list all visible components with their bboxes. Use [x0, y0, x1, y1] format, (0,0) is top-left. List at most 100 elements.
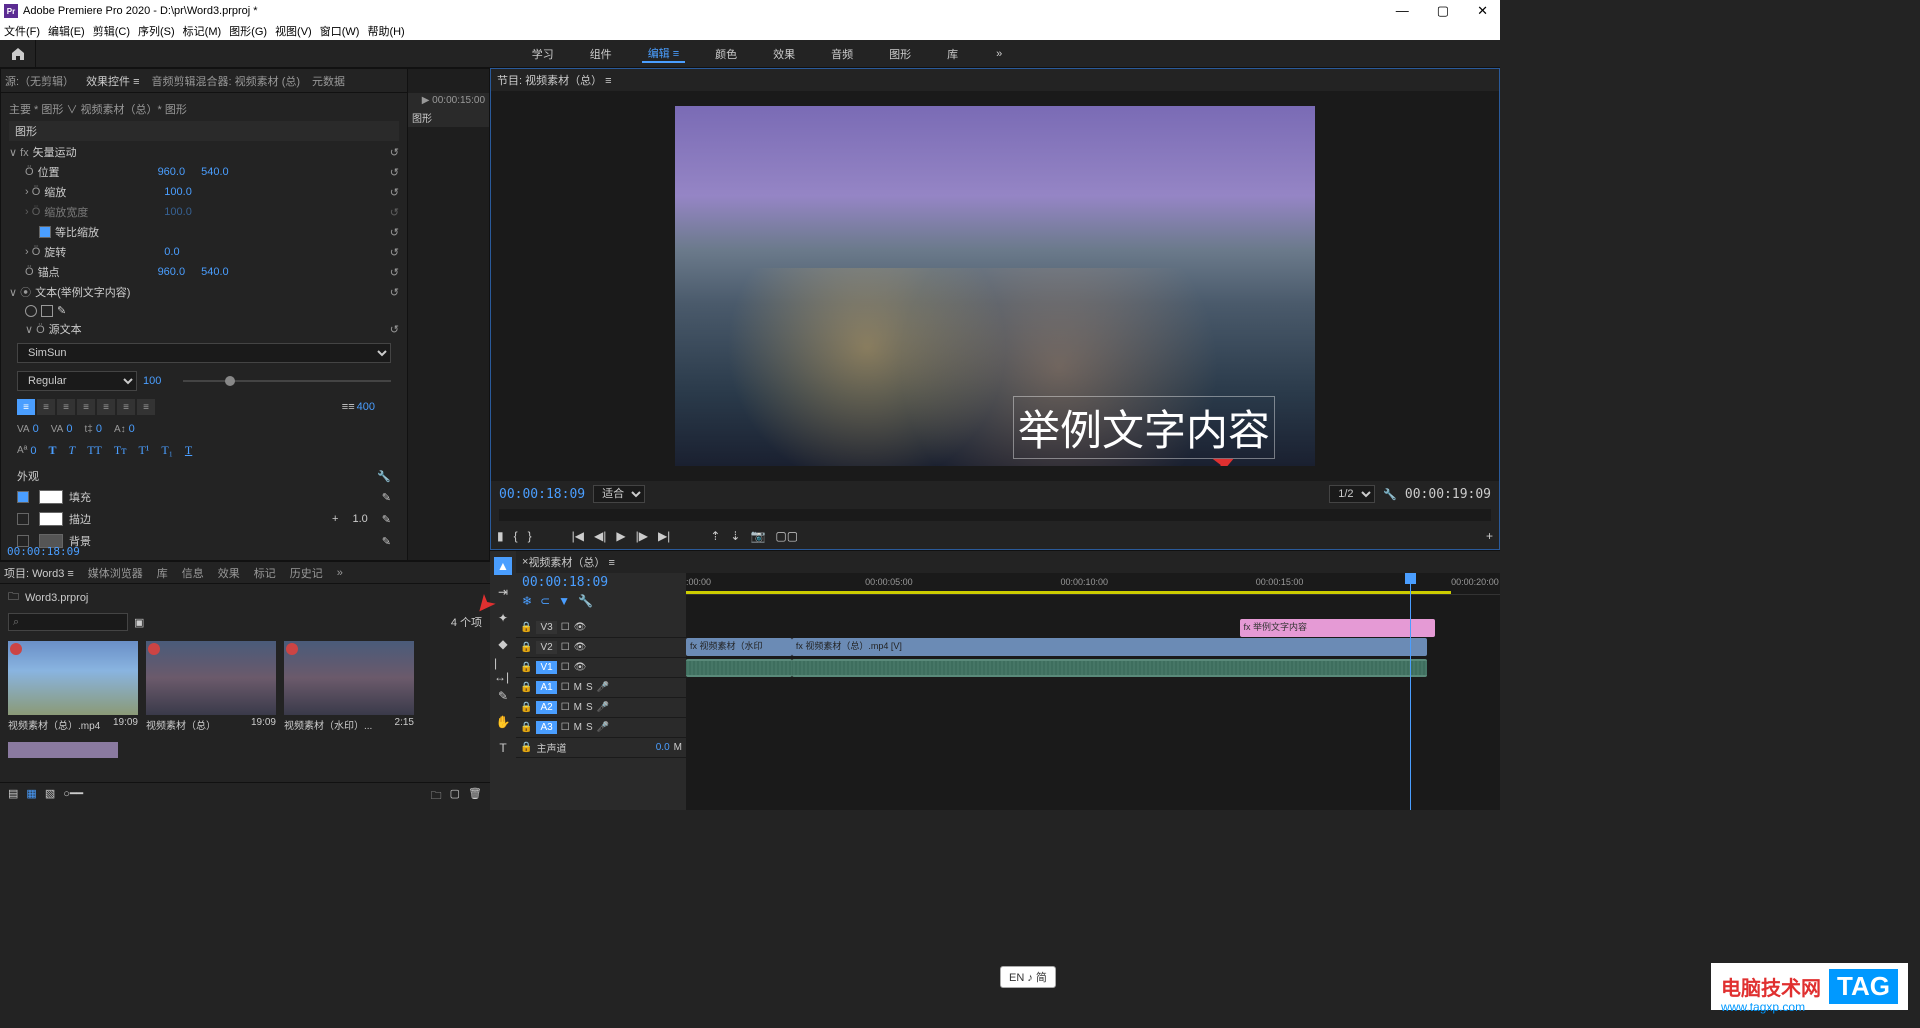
program-timecode[interactable]: 00:00:18:09: [499, 487, 585, 502]
maximize-button[interactable]: ▢: [1429, 3, 1457, 19]
align-justify-last-center[interactable]: ≡: [117, 399, 135, 415]
zoom-slider[interactable]: ○━━: [63, 787, 83, 806]
lift-icon[interactable]: ⇡: [710, 529, 720, 543]
hand-tool[interactable]: ✋: [494, 713, 512, 731]
program-video[interactable]: 举例文字内容 ➤: [491, 91, 1499, 481]
reset-icon[interactable]: ↺: [390, 146, 399, 159]
menu-help[interactable]: 帮助(H): [367, 23, 404, 39]
linked-sel-icon[interactable]: ⊂: [540, 594, 550, 608]
selection-tool[interactable]: ▲: [494, 557, 512, 575]
close-button[interactable]: ✕: [1469, 3, 1496, 19]
align-center[interactable]: ≡: [37, 399, 55, 415]
va1[interactable]: 0: [33, 423, 39, 435]
all-caps[interactable]: TT: [87, 443, 102, 458]
menu-markers[interactable]: 标记(M): [183, 23, 222, 39]
go-to-out-icon[interactable]: ▶|: [658, 529, 670, 543]
uniform-scale-check[interactable]: [39, 226, 51, 238]
text-overlay[interactable]: 举例文字内容: [1013, 396, 1275, 459]
baseline[interactable]: 0: [96, 423, 102, 435]
play-icon[interactable]: ▶: [616, 529, 625, 543]
align-justify[interactable]: ≡: [77, 399, 95, 415]
stroke-check[interactable]: [17, 513, 29, 525]
clip-video1[interactable]: fx 视频素材（水印: [686, 638, 792, 656]
font-size-slider[interactable]: [225, 376, 235, 386]
menu-clip[interactable]: 剪辑(C): [93, 23, 130, 39]
font-size[interactable]: 100: [143, 375, 161, 387]
timeline-timecode[interactable]: 00:00:18:09: [522, 575, 608, 590]
anchor-y[interactable]: 540.0: [201, 266, 229, 278]
new-item-icon[interactable]: ▢: [450, 787, 460, 806]
type-tool[interactable]: T: [494, 739, 512, 757]
text-layer-label[interactable]: 文本(举例文字内容): [35, 284, 155, 300]
stroke-width[interactable]: 1.0: [352, 513, 367, 525]
snap-icon[interactable]: ❄: [522, 594, 532, 608]
align-left[interactable]: ≡: [17, 399, 35, 415]
playhead[interactable]: [1410, 573, 1411, 810]
tracking-val[interactable]: 400: [357, 401, 375, 413]
align-right[interactable]: ≡: [57, 399, 75, 415]
add-stroke-icon[interactable]: +: [332, 513, 338, 525]
project-search[interactable]: [8, 613, 128, 631]
clip-audio2[interactable]: [792, 659, 1427, 677]
menu-view[interactable]: 视图(V): [275, 23, 312, 39]
extract-icon[interactable]: ⇣: [730, 529, 740, 543]
clip-video2[interactable]: fx 视频素材（总）.mp4 [V]: [792, 638, 1427, 656]
position-x[interactable]: 960.0: [158, 166, 186, 178]
freeform-view-icon[interactable]: ▧: [45, 787, 55, 806]
ws-libraries[interactable]: 库: [941, 46, 964, 62]
tab-info[interactable]: 信息: [182, 565, 204, 581]
project-item[interactable]: 视频素材（总）.mp419:09: [8, 641, 138, 734]
ws-effects[interactable]: 效果: [767, 46, 801, 62]
clip-audio1[interactable]: [686, 659, 792, 677]
faux-bold[interactable]: T: [49, 443, 57, 458]
menu-sequence[interactable]: 序列(S): [138, 23, 175, 39]
fill-check[interactable]: [17, 491, 29, 503]
master-track[interactable]: 主声道: [536, 740, 566, 755]
tab-audio-mixer[interactable]: 音频剪辑混合器: 视频素材 (总): [152, 73, 301, 89]
wrench-icon[interactable]: 🔧: [377, 470, 391, 483]
ws-graphics[interactable]: 图形: [883, 46, 917, 62]
program-ruler[interactable]: [499, 509, 1491, 521]
align-justify-last-right[interactable]: ≡: [137, 399, 155, 415]
export-frame-icon[interactable]: 📷: [750, 529, 765, 543]
menu-edit[interactable]: 编辑(E): [48, 23, 85, 39]
mark-out-icon[interactable]: }: [528, 529, 532, 543]
pen-tool[interactable]: ✎: [494, 687, 512, 705]
step-fwd-icon[interactable]: |▶: [636, 529, 648, 543]
position-y[interactable]: 540.0: [201, 166, 229, 178]
tab-overflow[interactable]: »: [337, 567, 343, 579]
new-bin-icon[interactable]: 🗀: [431, 787, 442, 806]
tab-markers[interactable]: 标记: [254, 565, 276, 581]
tab-libraries[interactable]: 库: [157, 565, 168, 581]
tsume[interactable]: 0: [129, 423, 135, 435]
track-a2[interactable]: A2: [536, 701, 556, 714]
faux-italic[interactable]: T: [69, 443, 76, 458]
list-view-icon[interactable]: ▤: [8, 787, 18, 806]
track-v3[interactable]: V3: [536, 621, 556, 634]
clip-graphic[interactable]: fx 举例文字内容: [1240, 619, 1435, 637]
ec-timecode[interactable]: 00:00:18:09: [7, 545, 80, 558]
delete-icon[interactable]: 🗑: [468, 787, 482, 806]
track-a3[interactable]: A3: [536, 721, 556, 734]
subscript[interactable]: T₁: [161, 443, 173, 458]
ws-editing[interactable]: 编辑 ≡: [642, 45, 685, 63]
tab-history[interactable]: 历史记: [290, 565, 323, 581]
icon-view-icon[interactable]: ▦: [26, 787, 36, 806]
font-style-select[interactable]: Regular: [17, 371, 137, 391]
project-item[interactable]: 视频素材（水印）...2:15: [284, 641, 414, 734]
home-button[interactable]: [0, 40, 36, 67]
tab-effect-controls[interactable]: 效果控件 ≡: [86, 73, 139, 89]
tab-effects[interactable]: 效果: [218, 565, 240, 581]
rotation-val[interactable]: 0.0: [164, 246, 179, 258]
add-button-icon[interactable]: +: [1486, 529, 1493, 543]
zoom-select[interactable]: 1/2: [1329, 485, 1375, 503]
wrench-icon[interactable]: 🔧: [578, 594, 593, 608]
fit-select[interactable]: 适合: [593, 485, 645, 503]
menu-file[interactable]: 文件(F): [4, 23, 40, 39]
bin-filter-icon[interactable]: ▣: [134, 616, 144, 629]
align-justify-last-left[interactable]: ≡: [97, 399, 115, 415]
kern[interactable]: 0: [30, 445, 36, 457]
ws-learn[interactable]: 学习: [526, 46, 560, 62]
ws-assembly[interactable]: 组件: [584, 46, 618, 62]
anchor-x[interactable]: 960.0: [158, 266, 186, 278]
